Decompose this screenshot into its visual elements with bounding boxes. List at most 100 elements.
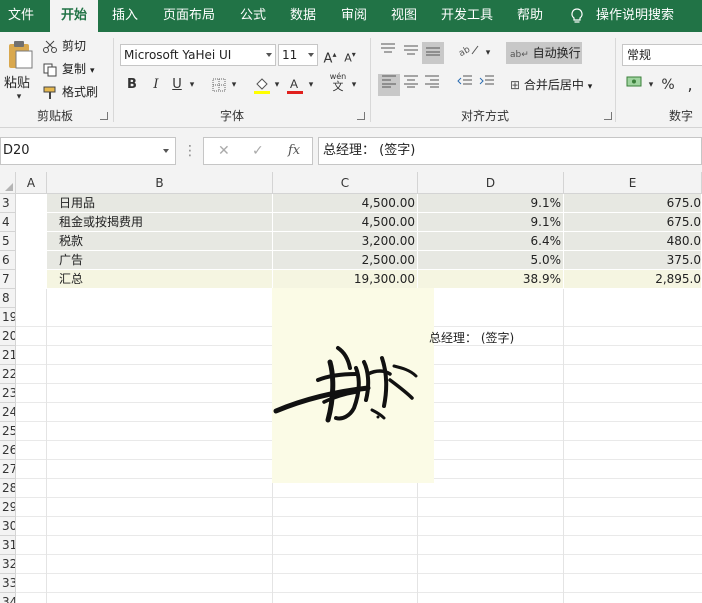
category-cell[interactable]: 广告 (47, 251, 273, 270)
italic-button[interactable]: I (147, 74, 165, 96)
cell[interactable] (16, 213, 47, 232)
value-cell[interactable]: 2,895.0 (564, 270, 702, 289)
category-cell[interactable]: 租金或按揭费用 (47, 213, 273, 232)
table-row[interactable]: 租金或按揭费用 4,500.00 9.1% 675.0 (16, 213, 702, 232)
row-header[interactable]: 25 (0, 422, 16, 441)
phonetic-dropdown-icon[interactable]: ▾ (349, 74, 359, 96)
row-header[interactable]: 29 (0, 498, 16, 517)
amount-cell[interactable]: 4,500.00 (273, 213, 418, 232)
table-row[interactable]: 日用品 4,500.00 9.1% 675.0 (16, 194, 702, 213)
row-header[interactable]: 22 (0, 365, 16, 384)
table-row[interactable]: 广告 2,500.00 5.0% 375.0 (16, 251, 702, 270)
align-bottom-button[interactable] (422, 42, 444, 64)
accounting-format-button[interactable] (624, 74, 646, 96)
alignment-launcher-icon[interactable] (604, 112, 612, 120)
phonetic-guide-button[interactable]: wén 文 (328, 72, 348, 100)
grow-font-button[interactable]: A▴ (322, 44, 338, 66)
cell[interactable] (16, 194, 47, 213)
borders-button[interactable] (210, 74, 228, 96)
row-header[interactable]: 30 (0, 517, 16, 536)
row-header[interactable]: 5 (0, 232, 16, 251)
tab-view[interactable]: 视图 (391, 0, 421, 32)
fill-color-dropdown-icon[interactable]: ▾ (272, 74, 282, 96)
row-header[interactable]: 8 (0, 289, 16, 308)
row-header[interactable]: 7 (0, 270, 16, 289)
underline-dropdown-icon[interactable]: ▾ (187, 74, 197, 96)
cell[interactable] (16, 270, 47, 289)
decrease-indent-button[interactable] (455, 74, 475, 96)
tab-help[interactable]: 帮助 (517, 0, 547, 32)
insert-function-icon[interactable]: fx (288, 143, 300, 158)
tab-review[interactable]: 审阅 (341, 0, 371, 32)
cut-button[interactable]: 剪切 (42, 36, 86, 56)
orientation-button[interactable]: ab (455, 42, 483, 64)
paste-dropdown-icon[interactable]: ▾ (14, 86, 24, 108)
table-row[interactable]: 税款 3,200.00 6.4% 480.0 (16, 232, 702, 251)
row-header[interactable]: 6 (0, 251, 16, 270)
tab-developer[interactable]: 开发工具 (441, 0, 501, 32)
tab-formulas[interactable]: 公式 (240, 0, 270, 32)
total-row[interactable]: 汇总 19,300.00 38.9% 2,895.0 (16, 270, 702, 289)
category-cell[interactable]: 日用品 (47, 194, 273, 213)
font-color-button[interactable]: A (286, 74, 304, 96)
row-header[interactable]: 26 (0, 441, 16, 460)
percent-cell[interactable]: 5.0% (418, 251, 564, 270)
amount-cell[interactable]: 3,200.00 (273, 232, 418, 251)
clipboard-launcher-icon[interactable] (100, 112, 108, 120)
merge-center-button[interactable]: ⊞ 合并后居中 ▾ (506, 74, 616, 96)
align-left-button[interactable] (378, 74, 400, 96)
drag-handle-icon[interactable]: ⋮ (183, 142, 197, 160)
format-painter-button[interactable]: 格式刷 (42, 82, 98, 102)
cancel-icon[interactable]: ✕ (218, 143, 230, 159)
font-color-dropdown-icon[interactable]: ▾ (306, 74, 316, 96)
row-header[interactable]: 4 (0, 213, 16, 232)
bold-button[interactable]: B (123, 74, 141, 96)
tab-home[interactable]: 开始 (50, 0, 98, 32)
row-header[interactable]: 21 (0, 346, 16, 365)
align-middle-button[interactable] (401, 42, 421, 64)
row-header[interactable]: 19 (0, 308, 16, 327)
select-all-button[interactable] (0, 172, 16, 194)
column-header-e[interactable]: E (564, 172, 702, 194)
column-header-c[interactable]: C (273, 172, 418, 194)
wrap-text-button[interactable]: ab↵ 自动换行 (506, 42, 582, 64)
category-cell[interactable]: 税款 (47, 232, 273, 251)
row-header[interactable]: 20 (0, 327, 16, 346)
enter-icon[interactable]: ✓ (252, 143, 264, 159)
increase-indent-button[interactable] (477, 74, 497, 96)
column-header-d[interactable]: D (418, 172, 564, 194)
row-header[interactable]: 31 (0, 536, 16, 555)
accounting-dropdown-icon[interactable]: ▾ (646, 74, 656, 96)
comma-style-button[interactable]: , (682, 74, 698, 96)
column-header-b[interactable]: B (47, 172, 273, 194)
percent-cell[interactable]: 9.1% (418, 194, 564, 213)
category-cell[interactable]: 汇总 (47, 270, 273, 289)
font-launcher-icon[interactable] (357, 112, 365, 120)
column-header-a[interactable]: A (16, 172, 47, 194)
row-header[interactable]: 32 (0, 555, 16, 574)
formula-input[interactable]: 总经理： (签字) (318, 137, 702, 165)
signature-image[interactable] (272, 288, 434, 483)
fill-color-button[interactable] (252, 74, 272, 96)
orientation-dropdown-icon[interactable]: ▾ (483, 42, 493, 64)
number-format-select[interactable]: 常规 (622, 44, 702, 66)
copy-button[interactable]: 复制 ▾ (42, 59, 95, 79)
font-size-select[interactable]: 11 (278, 44, 318, 66)
amount-cell[interactable]: 2,500.00 (273, 251, 418, 270)
shrink-font-button[interactable]: A▾ (342, 44, 358, 66)
font-name-select[interactable]: Microsoft YaHei UI (120, 44, 276, 66)
value-cell[interactable]: 675.0 (564, 213, 702, 232)
row-header[interactable]: 33 (0, 574, 16, 593)
underline-button[interactable]: U (168, 74, 186, 96)
tab-page-layout[interactable]: 页面布局 (163, 0, 223, 32)
value-cell[interactable]: 675.0 (564, 194, 702, 213)
amount-cell[interactable]: 4,500.00 (273, 194, 418, 213)
row-header[interactable]: 23 (0, 384, 16, 403)
percent-cell[interactable]: 38.9% (418, 270, 564, 289)
tab-file[interactable]: 文件 (8, 0, 38, 32)
align-center-button[interactable] (401, 74, 421, 96)
value-cell[interactable]: 375.0 (564, 251, 702, 270)
row-header[interactable]: 34 (0, 593, 16, 603)
percent-cell[interactable]: 6.4% (418, 232, 564, 251)
name-box[interactable]: D20 (0, 137, 176, 165)
